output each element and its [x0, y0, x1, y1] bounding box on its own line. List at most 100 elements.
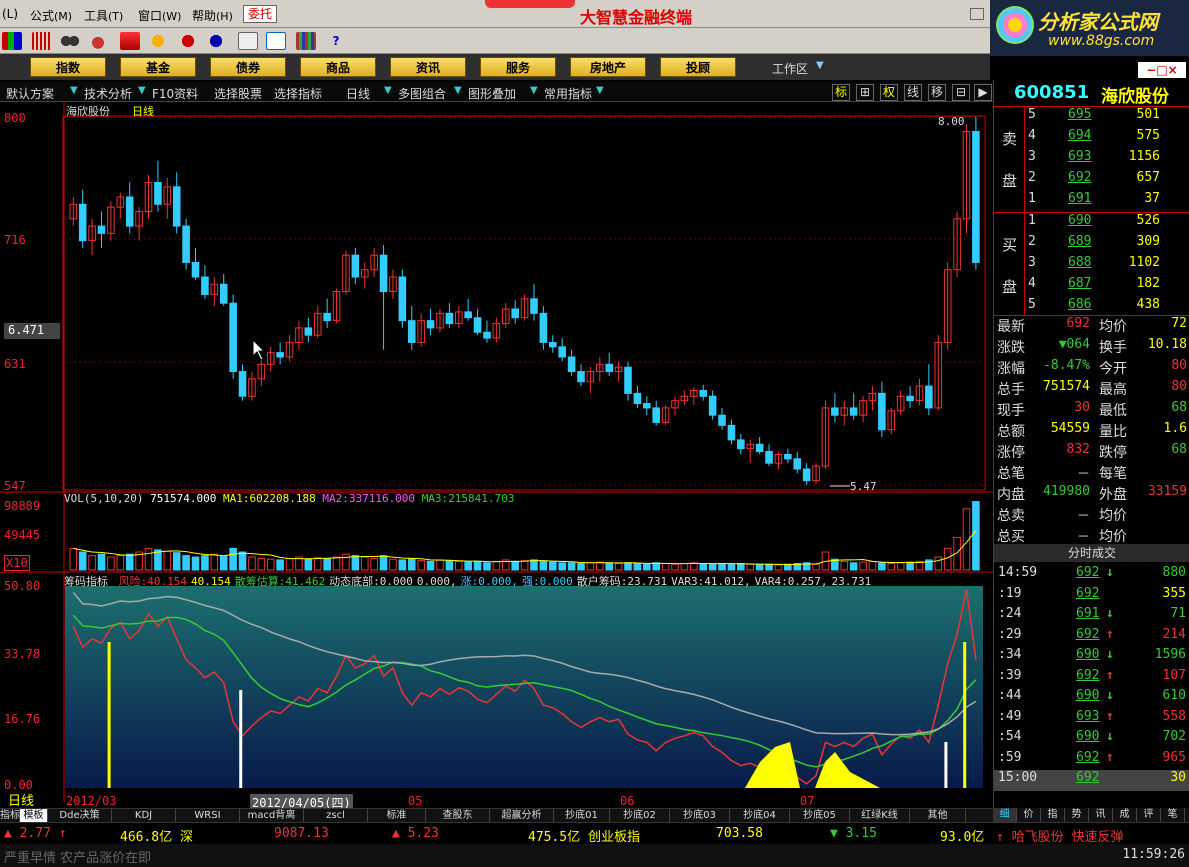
dropdown-icon[interactable]: ▼	[138, 85, 146, 96]
status-item[interactable]: 703.58	[716, 826, 763, 841]
indicator-tab[interactable]: 查股东	[426, 809, 490, 823]
trade-time: :29	[998, 626, 1022, 642]
quote-tab[interactable]: 价	[1017, 808, 1041, 822]
weituo-button[interactable]: 委托	[243, 5, 277, 23]
trades-header[interactable]: 分时成交	[994, 544, 1189, 562]
menu-item-help[interactable]: 帮助(H)	[192, 7, 233, 24]
grid-button[interactable]: ⊞	[856, 84, 874, 101]
dropdown-icon[interactable]: ▼	[454, 85, 462, 96]
indicator-tab[interactable]: 抄底04	[730, 809, 790, 823]
dropdown-icon[interactable]: ▼	[596, 85, 604, 96]
volume-bar	[172, 552, 181, 571]
dropdown-icon[interactable]: ▼	[530, 85, 538, 96]
status-item[interactable]: ▼ 3.15	[830, 826, 877, 841]
indicator-tab[interactable]: 抄底01	[554, 809, 610, 823]
nav-fund[interactable]: 基金	[120, 57, 196, 77]
indicator-tab[interactable]: zscl	[304, 809, 368, 823]
nav-commodity[interactable]: 商品	[300, 57, 376, 77]
rights-button[interactable]: 权	[880, 84, 898, 101]
indicator-tab[interactable]: 抄底02	[610, 809, 670, 823]
nav-advisor[interactable]: 投顾	[660, 57, 736, 77]
menu-item-window[interactable]: 窗口(W)	[138, 7, 181, 24]
alert-icon[interactable]	[120, 32, 140, 50]
multi-chart-button[interactable]: 多图组合	[398, 85, 446, 102]
f10-button[interactable]: F10资料	[152, 85, 198, 102]
quote-tab[interactable]: 细	[993, 808, 1017, 822]
bell-icon[interactable]	[88, 32, 108, 50]
window-controls[interactable]: −□×	[1138, 62, 1186, 78]
menu-item-tools[interactable]: 工具(T)	[84, 7, 123, 24]
dropdown-icon[interactable]: ▼	[70, 85, 78, 96]
select-indicator-button[interactable]: 选择指标	[274, 85, 322, 102]
indicator-tab[interactable]: 其他	[910, 809, 966, 823]
workarea-label[interactable]: 工作区	[772, 60, 808, 77]
trade-price: 693	[1076, 708, 1100, 724]
indicator-tab[interactable]: 指标	[0, 809, 20, 823]
quote-tab[interactable]: 指	[1041, 808, 1065, 822]
quote-tab[interactable]: 评	[1137, 808, 1161, 822]
status-item[interactable]: 466.8亿 深	[120, 826, 193, 845]
nav-realestate[interactable]: 房地产	[570, 57, 646, 77]
status-item[interactable]: 9087.13	[274, 826, 329, 841]
indicator-tab[interactable]: Dde决策	[48, 809, 112, 823]
signal-bar	[944, 742, 948, 788]
expand-button[interactable]: ▶	[974, 84, 992, 101]
common-indicator-button[interactable]: 常用指标	[544, 85, 592, 102]
period-selector[interactable]: 日线	[346, 85, 370, 102]
indicator-tab[interactable]: 模板	[20, 809, 48, 823]
ticker-bar: 严重早情 农产品涨价在即 11:59:26	[0, 844, 1189, 867]
workarea-dropdown-icon[interactable]: ▼	[816, 60, 824, 71]
ticker-text[interactable]: 严重早情 农产品涨价在即	[4, 847, 151, 866]
indicator-tab[interactable]: 标准	[368, 809, 426, 823]
line-button[interactable]: 线	[904, 84, 922, 101]
dropdown-icon[interactable]: ▼	[384, 85, 392, 96]
board-icon[interactable]	[238, 32, 258, 50]
nav-news[interactable]: 资讯	[390, 57, 466, 77]
indicator-tab[interactable]: 抄底03	[670, 809, 730, 823]
status-item[interactable]: ▲ 2.77 ↑	[4, 826, 67, 841]
quote-tab[interactable]: 成	[1113, 808, 1137, 822]
quote-tab[interactable]: 势	[1065, 808, 1089, 822]
indicator-tab[interactable]: WRSI	[176, 809, 240, 823]
indicator-tab[interactable]: 超赢分析	[490, 809, 554, 823]
indicator-tab[interactable]: macd背离	[240, 809, 304, 823]
mark-button[interactable]: 标	[832, 84, 850, 101]
indicator-tab[interactable]: 抄底05	[790, 809, 850, 823]
menu-item-l[interactable]: (L)	[2, 7, 18, 21]
nav-index[interactable]: 指数	[30, 57, 106, 77]
chart-svg[interactable]	[0, 102, 993, 808]
minimize-icon[interactable]	[970, 8, 984, 20]
status-item[interactable]: 475.5亿 创业板指	[528, 826, 640, 845]
overlay-button[interactable]: 图形叠加	[468, 85, 516, 102]
stat-value: 33159	[1147, 484, 1187, 499]
status-item[interactable]: 93.0亿	[940, 826, 984, 845]
tech-analysis[interactable]: 技术分析	[84, 85, 132, 102]
nav-bond[interactable]: 债券	[210, 57, 286, 77]
move-button[interactable]: 移	[928, 84, 946, 101]
volume-bar	[746, 563, 755, 571]
quote-tab[interactable]: 笔	[1161, 808, 1185, 822]
indicator-field-label: 涨:	[460, 575, 479, 588]
panel-button[interactable]: ⊟	[952, 84, 970, 101]
menu-item-formula[interactable]: 公式(M)	[30, 7, 72, 24]
binoculars-icon[interactable]	[60, 32, 80, 50]
nav-service[interactable]: 服务	[480, 57, 556, 77]
indicator-tab[interactable]: 红绿K线	[850, 809, 910, 823]
status-item[interactable]: ↑ 哈飞股份 快速反弹	[996, 826, 1123, 845]
bars-icon[interactable]	[32, 32, 52, 50]
quote-tab[interactable]: 讯	[1089, 808, 1113, 822]
indicator-tab[interactable]: KDJ	[112, 809, 176, 823]
chart-area[interactable]: 海欣股份 日线 800 716 631 547 6.471 8.00 5.47 …	[0, 102, 993, 822]
indicator-tabs: 指标 模板 Dde决策 KDJ WRSI macd背离 zscl 标准 查股东 超赢分析 抄底01 抄…	[0, 808, 993, 823]
color-icon[interactable]	[2, 32, 22, 50]
f-icon[interactable]	[178, 32, 198, 50]
trade-volume: 880	[1162, 565, 1186, 580]
select-stock-button[interactable]: 选择股票	[214, 85, 262, 102]
status-item[interactable]: ▲ 5.23	[392, 826, 439, 841]
window-icon[interactable]	[266, 32, 286, 50]
f2-icon[interactable]	[206, 32, 226, 50]
books-icon[interactable]	[296, 32, 316, 50]
diamond-icon[interactable]	[148, 32, 168, 50]
help-cursor-icon[interactable]: ?	[326, 32, 346, 50]
scheme-selector[interactable]: 默认方案	[6, 85, 54, 102]
